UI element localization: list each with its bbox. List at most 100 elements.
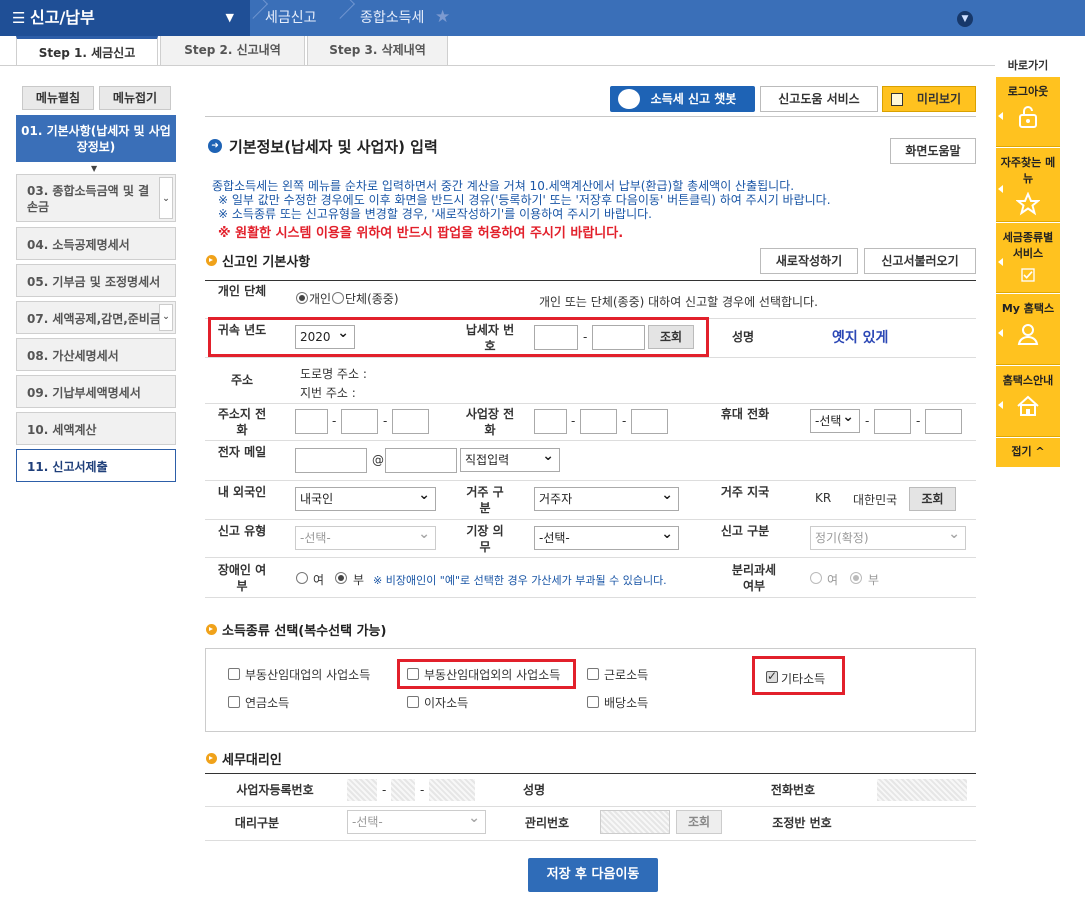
arrow-left-icon (998, 257, 1003, 266)
chatbot-button[interactable]: 소득세 신고 챗봇 (610, 86, 755, 112)
nav-item-10[interactable]: 10. 세액계산 (16, 412, 176, 445)
screen-help-button[interactable]: 화면도움말 (890, 138, 976, 164)
menu-expand-button[interactable]: 메뉴펼침 (22, 86, 94, 110)
house-icon (1017, 395, 1039, 416)
preview-button[interactable]: 미리보기 (882, 86, 976, 112)
checkbox-pension-income[interactable] (228, 696, 240, 708)
radio-disabled-no-label: 부 (353, 573, 365, 587)
label-biz-reg-no: 사업자등록번호 (236, 783, 314, 797)
address-phone-1[interactable] (295, 409, 328, 434)
radio-group[interactable] (332, 292, 344, 304)
report-class-select[interactable]: 정기(확정) (810, 523, 966, 550)
load-report-button[interactable]: 신고서불러오기 (864, 248, 976, 274)
income-box (205, 648, 976, 732)
radio-separate-yes-label: 여 (827, 573, 839, 587)
favorite-star-icon[interactable]: ★ (435, 7, 450, 27)
label-team-no: 조정반 번호 (772, 816, 832, 830)
mobile-3[interactable] (925, 409, 962, 434)
breadcrumb-income-tax[interactable]: 종합소득세 (360, 0, 424, 36)
quick-link-favorites[interactable]: 자주찾는 메뉴 (996, 148, 1060, 222)
quick-links-title: 바로가기 (1007, 59, 1049, 72)
label-region: 거주 지국 (720, 485, 770, 499)
section-title-income: 소득종류 선택(복수선택 가능) (222, 624, 387, 639)
label-mobile: 휴대 전화 (720, 407, 770, 421)
nav-item-07[interactable]: 07. 세액공제,감면,준비금 ⌄ (16, 301, 176, 334)
label-domestic: 내 외국인 (217, 485, 267, 499)
business-phone-2[interactable] (580, 409, 617, 434)
nav-item-04[interactable]: 04. 소득공제명세서 (16, 227, 176, 260)
nav-item-05[interactable]: 05. 기부금 및 조정명세서 (16, 264, 176, 297)
radio-disabled-no[interactable] (335, 572, 347, 584)
expand-circle-icon[interactable]: ▼ (957, 11, 973, 27)
email-domain-select[interactable]: 직접입력 (460, 445, 560, 472)
section-bullet-icon (206, 753, 217, 764)
label-mgmt-no: 관리번호 (524, 816, 570, 830)
nav-arrow-down-icon: ▼ (91, 164, 98, 173)
arrow-left-icon (998, 184, 1003, 193)
radio-separate-no[interactable] (850, 572, 862, 584)
checkbox-earned-income[interactable] (587, 668, 599, 680)
chevron-down-icon[interactable]: ⌄ (159, 304, 173, 331)
nav-item-09[interactable]: 09. 기납부세액명세서 (16, 375, 176, 408)
radio-separate-yes[interactable] (810, 572, 822, 584)
new-write-button[interactable]: 새로작성하기 (760, 248, 858, 274)
business-phone-3[interactable] (631, 409, 668, 434)
nav-item-label: 05. 기부금 및 조정명세서 (27, 275, 161, 289)
residence-select[interactable]: 거주자 (534, 484, 679, 511)
divider (205, 116, 976, 117)
save-and-next-button[interactable]: 저장 후 다음이동 (528, 858, 658, 892)
email-domain-input[interactable] (385, 448, 457, 473)
radio-individual[interactable] (296, 292, 308, 304)
help-service-button[interactable]: 신고도움 서비스 (760, 86, 878, 112)
checkbox-dividend-income[interactable] (587, 696, 599, 708)
mobile-prefix-select[interactable]: -선택 (810, 406, 860, 433)
quick-link-logout[interactable]: 로그아웃 (996, 77, 1060, 147)
quick-links-panel: 바로가기 로그아웃 자주찾는 메뉴 세금종류별 서비스 My 홈택스 홈택스안내… (996, 55, 1060, 467)
email-id-input[interactable] (295, 448, 367, 473)
quick-link-fold[interactable]: 접기 ^ (996, 438, 1060, 467)
address-phone-2[interactable] (341, 409, 378, 434)
nav-item-11[interactable]: 11. 신고서제출 (16, 449, 176, 482)
menu-dropdown[interactable]: ☰ 신고/납부 ▼ (0, 0, 250, 36)
checkbox-interest-income[interactable] (407, 696, 419, 708)
nav-item-01[interactable]: 01. 기본사항(납세자 및 사업장정보) (16, 115, 176, 162)
domestic-select[interactable]: 내국인 (295, 484, 436, 511)
biz-reg-no-3 (429, 779, 475, 801)
nav-item-08[interactable]: 08. 가산세명세서 (16, 338, 176, 371)
quick-link-tax-services[interactable]: 세금종류별 서비스 (996, 223, 1060, 293)
report-type-select[interactable]: -선택- (295, 523, 436, 550)
label-business-phone: 사업장 전화 (465, 407, 515, 437)
chatbot-icon (618, 89, 640, 109)
radio-disabled-yes[interactable] (296, 572, 308, 584)
dash: - (571, 414, 576, 428)
label-report-type: 신고 유형 (217, 524, 267, 538)
mobile-2[interactable] (874, 409, 911, 434)
quick-link-label: 로그아웃 (1007, 85, 1049, 98)
business-phone-1[interactable] (534, 409, 567, 434)
nav-item-label: 11. 신고서제출 (27, 460, 108, 474)
address-phone-3[interactable] (392, 409, 429, 434)
checkbox-rental-business[interactable] (228, 668, 240, 680)
checkbox-label: 연금소득 (245, 696, 290, 710)
dash: - (420, 783, 425, 797)
quick-link-my-hometax[interactable]: My 홈택스 (996, 294, 1060, 365)
quick-link-hometax-guide[interactable]: 홈택스안내 (996, 366, 1060, 437)
tab-step3[interactable]: Step 3. 삭제내역 (307, 36, 448, 66)
menu-collapse-button[interactable]: 메뉴접기 (99, 86, 171, 110)
document-icon (891, 93, 903, 106)
chevron-down-icon[interactable]: ⌄ (159, 177, 173, 219)
breadcrumb-tax-report[interactable]: 세금신고 (265, 0, 317, 36)
quick-link-label: 자주찾는 메뉴 (1000, 156, 1056, 185)
table-top-border (205, 280, 976, 281)
highlight-box-year-taxid (208, 317, 709, 357)
tab-step2[interactable]: Step 2. 신고내역 (160, 36, 305, 66)
region-lookup-button[interactable]: 조회 (909, 487, 956, 511)
nav-item-03[interactable]: 03. 종합소득금액 및 결손금 ⌄ (16, 174, 176, 222)
biz-reg-no-2 (391, 779, 415, 801)
label-report-class: 신고 구분 (720, 524, 770, 538)
label-address: 주소 (230, 373, 254, 387)
tab-step1[interactable]: Step 1. 세금신고 (16, 36, 158, 66)
agent-lookup-button[interactable]: 조회 (676, 810, 722, 834)
agent-type-select[interactable]: -선택- (347, 807, 486, 834)
bookkeeping-select[interactable]: -선택- (534, 523, 679, 550)
